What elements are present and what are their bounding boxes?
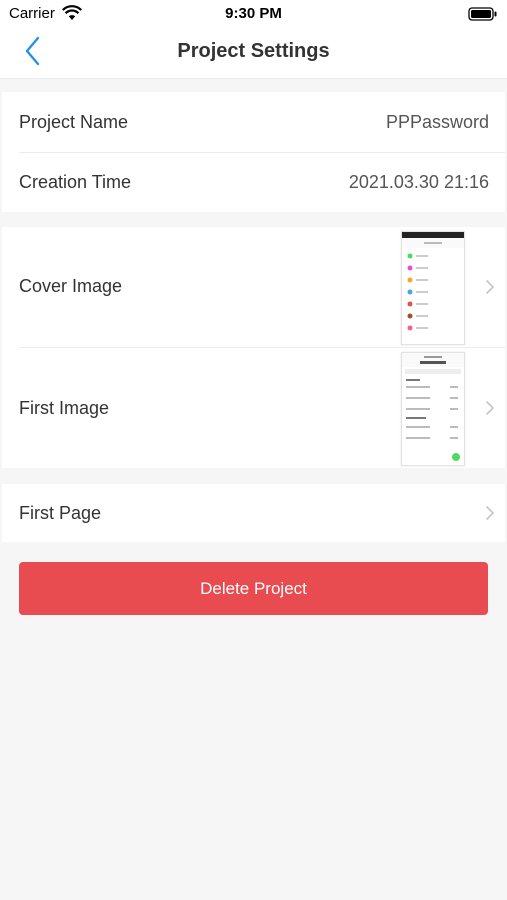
cover-image-label: Cover Image (19, 276, 123, 296)
navigation-bar: Project Settings (0, 28, 507, 79)
project-info-group: Project Name PPPassword Creation Time 20… (2, 92, 505, 212)
creation-time-value: 2021.03.30 21:16 (348, 172, 489, 192)
first-page-group: First Page (2, 484, 505, 542)
chevron-right-icon (486, 506, 495, 520)
chevron-right-icon (486, 401, 495, 415)
status-time: 9:30 PM (225, 5, 282, 22)
delete-project-button[interactable]: Delete Project (19, 562, 488, 615)
project-name-label: Project Name (19, 112, 129, 132)
creation-time-label: Creation Time (19, 172, 132, 192)
first-page-row[interactable]: First Page (2, 484, 505, 542)
first-page-label: First Page (19, 503, 102, 523)
page-title: Project Settings (177, 40, 330, 62)
battery-icon (468, 7, 498, 26)
status-bar: Carrier 9:30 PM (0, 0, 507, 28)
chevron-right-icon (486, 280, 495, 294)
first-image-row[interactable]: First Image (2, 348, 505, 469)
first-image-label: First Image (19, 398, 110, 418)
cover-image-row[interactable]: Cover Image (2, 227, 505, 347)
creation-time-row: Creation Time 2021.03.30 21:16 (2, 152, 505, 212)
first-image-thumbnail (401, 352, 465, 466)
project-name-value: PPPassword (385, 112, 489, 132)
project-images-group: Cover Image First Image (2, 227, 505, 468)
project-name-row: Project Name PPPassword (2, 92, 505, 152)
cover-image-thumbnail (401, 231, 465, 345)
